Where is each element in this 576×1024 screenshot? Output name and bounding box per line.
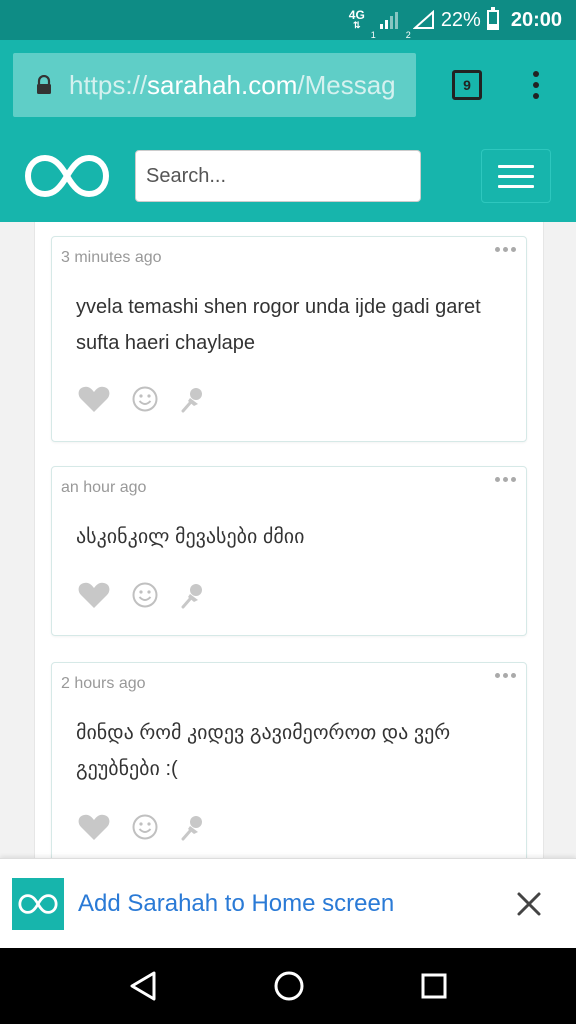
pin-icon[interactable] — [180, 813, 206, 841]
search-input[interactable] — [135, 150, 421, 202]
url-scheme: https:// — [69, 69, 148, 100]
url-path: /Messag — [297, 69, 396, 100]
message-actions — [78, 385, 206, 413]
messages-list: 3 minutes ago yvela temashi shen rogor u… — [34, 222, 544, 862]
sarahah-app-icon — [12, 877, 64, 930]
sarahah-logo-icon — [18, 893, 58, 914]
pin-icon[interactable] — [180, 385, 206, 413]
message-card: 3 minutes ago yvela temashi shen rogor u… — [51, 236, 527, 442]
system-nav-bar — [0, 948, 576, 1024]
more-options-icon[interactable] — [495, 477, 516, 482]
smile-icon[interactable] — [132, 386, 158, 412]
clock: 20:00 — [510, 8, 562, 31]
message-card: an hour ago ასკინკილ მევასები ძმიი — [51, 466, 527, 636]
smile-icon[interactable] — [132, 582, 158, 608]
site-header — [0, 130, 576, 222]
browser-toolbar: https://sarahah.com/Messag 9 — [0, 40, 576, 130]
lock-icon — [37, 75, 51, 94]
more-options-icon[interactable] — [495, 247, 516, 252]
smile-icon[interactable] — [132, 814, 158, 840]
message-text: yvela temashi shen rogor unda ijde gadi … — [76, 296, 481, 354]
sarahah-logo-icon[interactable] — [24, 154, 110, 198]
more-options-icon[interactable] — [495, 673, 516, 678]
tab-count: 9 — [463, 77, 471, 93]
url-text: https://sarahah.com/Messag — [69, 70, 396, 101]
sim2-label: 2 — [405, 30, 411, 40]
signal-sim2-icon — [412, 10, 434, 29]
hamburger-menu-button[interactable] — [481, 149, 551, 203]
browser-menu-icon[interactable] — [532, 71, 540, 99]
battery-icon — [486, 7, 499, 30]
message-actions — [78, 581, 206, 609]
network-indicator: 4G ⇅ — [348, 8, 365, 30]
home-icon[interactable] — [273, 970, 305, 1002]
heart-icon[interactable] — [78, 813, 110, 841]
address-bar[interactable]: https://sarahah.com/Messag — [13, 53, 416, 117]
message-time: 2 hours ago — [61, 675, 146, 692]
heart-icon[interactable] — [78, 581, 110, 609]
message-time: an hour ago — [61, 479, 147, 496]
recents-icon[interactable] — [420, 972, 448, 1000]
signal-sim1-icon — [378, 11, 398, 29]
pin-icon[interactable] — [180, 581, 206, 609]
tab-switcher-button[interactable]: 9 — [452, 70, 482, 100]
add-to-home-label[interactable]: Add Sarahah to Home screen — [78, 890, 514, 918]
status-bar: 4G ⇅ 1 2 22% 20:00 — [0, 0, 576, 40]
close-icon[interactable] — [514, 889, 544, 919]
add-to-home-banner[interactable]: Add Sarahah to Home screen — [0, 858, 576, 948]
back-icon[interactable] — [128, 970, 158, 1002]
message-time: 3 minutes ago — [61, 249, 162, 266]
message-text: ასკინკილ მევასები ძმიი — [76, 526, 305, 548]
message-card: 2 hours ago მინდა რომ კიდევ გავიმეოროთ დ… — [51, 662, 527, 862]
battery-percent: 22% — [440, 8, 481, 31]
sim1-label: 1 — [370, 30, 376, 40]
network-type: 4G — [348, 8, 365, 22]
url-host: sarahah.com — [147, 69, 298, 100]
heart-icon[interactable] — [78, 385, 110, 413]
message-text: მინდა რომ კიდევ გავიმეოროთ და ვერ გეუბნე… — [76, 722, 451, 780]
message-actions — [78, 813, 206, 841]
